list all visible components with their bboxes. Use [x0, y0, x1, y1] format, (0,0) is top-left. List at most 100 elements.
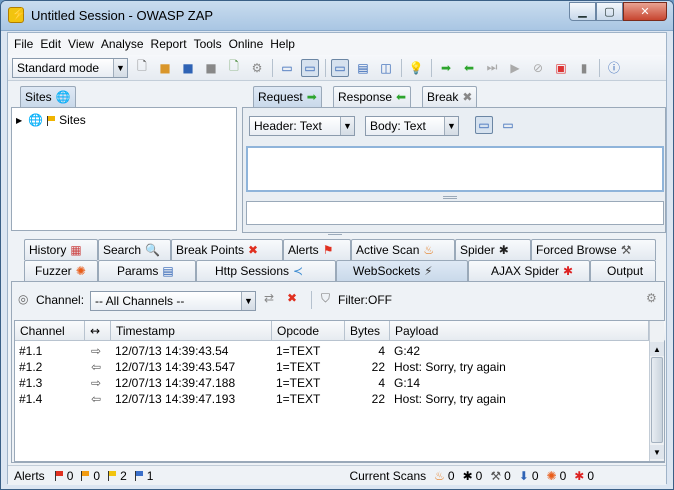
scan-forced-browse-value: 0 — [504, 468, 511, 483]
tab-http-sessions[interactable]: Http Sessions ≺ — [196, 260, 336, 281]
cell-bytes: 4 — [378, 344, 385, 358]
drop-icon[interactable]: ⊘ — [529, 59, 547, 77]
menu-analyse[interactable]: Analyse — [101, 37, 144, 51]
tab-active-scan[interactable]: Active Scan ♨ — [351, 239, 455, 260]
scroll-up-icon[interactable]: ▲ — [650, 342, 664, 356]
open-session-icon[interactable]: ■ — [156, 59, 174, 77]
flag-icon — [47, 115, 56, 126]
single-view-icon[interactable]: ▭ — [499, 116, 517, 134]
tab-params[interactable]: Params ▤ — [98, 260, 196, 281]
channel-select[interactable]: -- All Channels -- ▼ — [90, 291, 256, 311]
splitter-handle[interactable] — [443, 196, 457, 199]
toolbar-separator — [431, 58, 432, 77]
menu-help[interactable]: Help — [270, 37, 295, 51]
step-icon[interactable]: ⏭ — [483, 59, 501, 77]
title-bar: Untitled Session - OWASP ZAP ▁ ▢ ✕ — [1, 1, 673, 31]
table-row[interactable]: #1.3 ⇨ 12/07/13 14:39:47.188 1=TEXT 4 G:… — [15, 375, 649, 391]
header-text-area[interactable] — [246, 146, 664, 192]
scroll-thumb[interactable] — [651, 357, 663, 443]
cell-channel: #1.3 — [19, 376, 43, 390]
tab-http-sessions-label: Http Sessions — [215, 264, 290, 278]
filter-status[interactable]: Filter:OFF — [338, 293, 392, 307]
gear-icon[interactable]: ⚙ — [248, 59, 266, 77]
menu-edit[interactable]: Edit — [40, 37, 61, 51]
spider-icon: ✱ — [498, 243, 509, 257]
layout-split-icon[interactable]: ▭ — [301, 58, 319, 77]
cell-channel: #1.2 — [19, 360, 43, 374]
gear-icon[interactable]: ⚙ — [646, 291, 657, 305]
column-direction[interactable]: ↔ — [85, 321, 111, 341]
add-on-icon[interactable]: ▣ — [552, 59, 570, 77]
tab-alerts[interactable]: Alerts ⚑ — [283, 239, 351, 260]
tab-output[interactable]: Output — [590, 260, 656, 281]
tab-ajax-spider[interactable]: AJAX Spider ✱ — [468, 260, 590, 281]
tab-spider[interactable]: Spider ✱ — [455, 239, 531, 260]
table-row[interactable]: #1.1 ⇨ 12/07/13 14:39:43.54 1=TEXT 4 G:4… — [15, 343, 649, 359]
help-icon[interactable]: ⓘ — [605, 59, 623, 77]
minimize-button[interactable]: ▁ — [569, 2, 596, 21]
bookmark-icon[interactable]: ▮ — [575, 59, 593, 77]
scroll-down-icon[interactable]: ▼ — [650, 445, 664, 459]
snapshot-icon[interactable]: ■ — [202, 59, 220, 77]
column-bytes[interactable]: Bytes — [345, 321, 390, 341]
tab-websockets[interactable]: WebSockets ⚡ — [336, 260, 468, 281]
body-text-area[interactable] — [246, 201, 664, 225]
menu-view[interactable]: View — [68, 37, 94, 51]
alert-high-count: 0 — [54, 469, 73, 483]
scan-download-value: 0 — [531, 468, 539, 483]
body-view-select[interactable]: Body: Text ▼ — [365, 116, 459, 136]
new-session-icon[interactable]: 🗋 — [133, 59, 151, 77]
menu-tools[interactable]: Tools — [194, 37, 222, 51]
alert-medium-value: 0 — [93, 468, 101, 483]
tab-response[interactable]: Response ⬅ — [333, 86, 412, 107]
break-all-responses-icon[interactable]: ⬅ — [460, 59, 478, 77]
menu-file[interactable]: File — [14, 37, 33, 51]
tab-search[interactable]: Search 🔍 — [98, 239, 171, 260]
header-view-select[interactable]: Header: Text ▼ — [249, 116, 355, 136]
session-properties-icon[interactable]: 🗋 — [225, 59, 243, 77]
main-area: File Edit View Analyse Report Tools Onli… — [7, 32, 667, 485]
maximize-button[interactable]: ▢ — [596, 2, 623, 21]
layout-horizontal-icon[interactable]: ▤ — [354, 59, 372, 77]
layout-tabs-icon[interactable]: ▭ — [278, 59, 296, 77]
zap-window: Untitled Session - OWASP ZAP ▁ ▢ ✕ File … — [0, 0, 674, 490]
table-row[interactable]: #1.2 ⇦ 12/07/13 14:39:43.547 1=TEXT 22 H… — [15, 359, 649, 375]
tab-fuzzer[interactable]: Fuzzer ✺ — [24, 260, 98, 281]
menu-online[interactable]: Online — [229, 37, 264, 51]
column-opcode[interactable]: Opcode — [272, 321, 345, 341]
channel-select-value: -- All Channels -- — [95, 294, 185, 308]
break-all-requests-icon[interactable]: ➡ — [437, 59, 455, 77]
save-session-icon[interactable]: ■ — [179, 59, 197, 77]
column-timestamp[interactable]: Timestamp — [111, 321, 272, 341]
window-title: Untitled Session - OWASP ZAP — [31, 8, 214, 23]
vertical-scrollbar[interactable]: ▲ ▼ — [649, 321, 664, 461]
close-button[interactable]: ✕ — [623, 2, 667, 21]
column-payload[interactable]: Payload — [390, 321, 649, 341]
layout-vertical-icon[interactable]: ◫ — [377, 59, 395, 77]
cell-bytes: 22 — [371, 360, 385, 374]
swap-icon[interactable]: ⇄ — [264, 291, 274, 305]
tab-break-points[interactable]: Break Points ✖ — [171, 239, 283, 260]
remove-icon[interactable]: ✖ — [287, 291, 297, 305]
tab-history[interactable]: History ▦ — [24, 239, 98, 260]
cell-payload: Host: Sorry, try again — [394, 360, 506, 374]
split-view-icon[interactable]: ▭ — [475, 116, 493, 134]
arrow-left-icon: ⬅ — [396, 90, 407, 104]
lightbulb-icon[interactable]: 💡 — [407, 59, 425, 77]
tab-sites[interactable]: Sites 🌐 — [20, 86, 76, 107]
layout-full-icon[interactable]: ▭ — [331, 58, 349, 77]
column-channel[interactable]: Channel — [15, 321, 85, 341]
menu-report[interactable]: Report — [151, 37, 187, 51]
table-row[interactable]: #1.4 ⇦ 12/07/13 14:39:47.193 1=TEXT 22 H… — [15, 391, 649, 407]
splitter-handle[interactable] — [328, 232, 342, 235]
cell-bytes: 4 — [378, 376, 385, 390]
tab-request[interactable]: Request ➡ — [253, 86, 322, 107]
tree-expand-icon[interactable]: ▶ — [16, 116, 22, 125]
filter-icon[interactable]: ⛉ — [321, 291, 330, 306]
tree-root-label[interactable]: Sites — [59, 113, 86, 127]
download-icon: ⬇ — [518, 468, 529, 483]
tab-forced-browse[interactable]: Forced Browse ⚒ — [531, 239, 656, 260]
tab-break[interactable]: Break ✖ — [422, 86, 478, 107]
mode-select[interactable]: Standard mode ▼ — [12, 57, 128, 78]
continue-icon[interactable]: ▶ — [506, 59, 524, 77]
